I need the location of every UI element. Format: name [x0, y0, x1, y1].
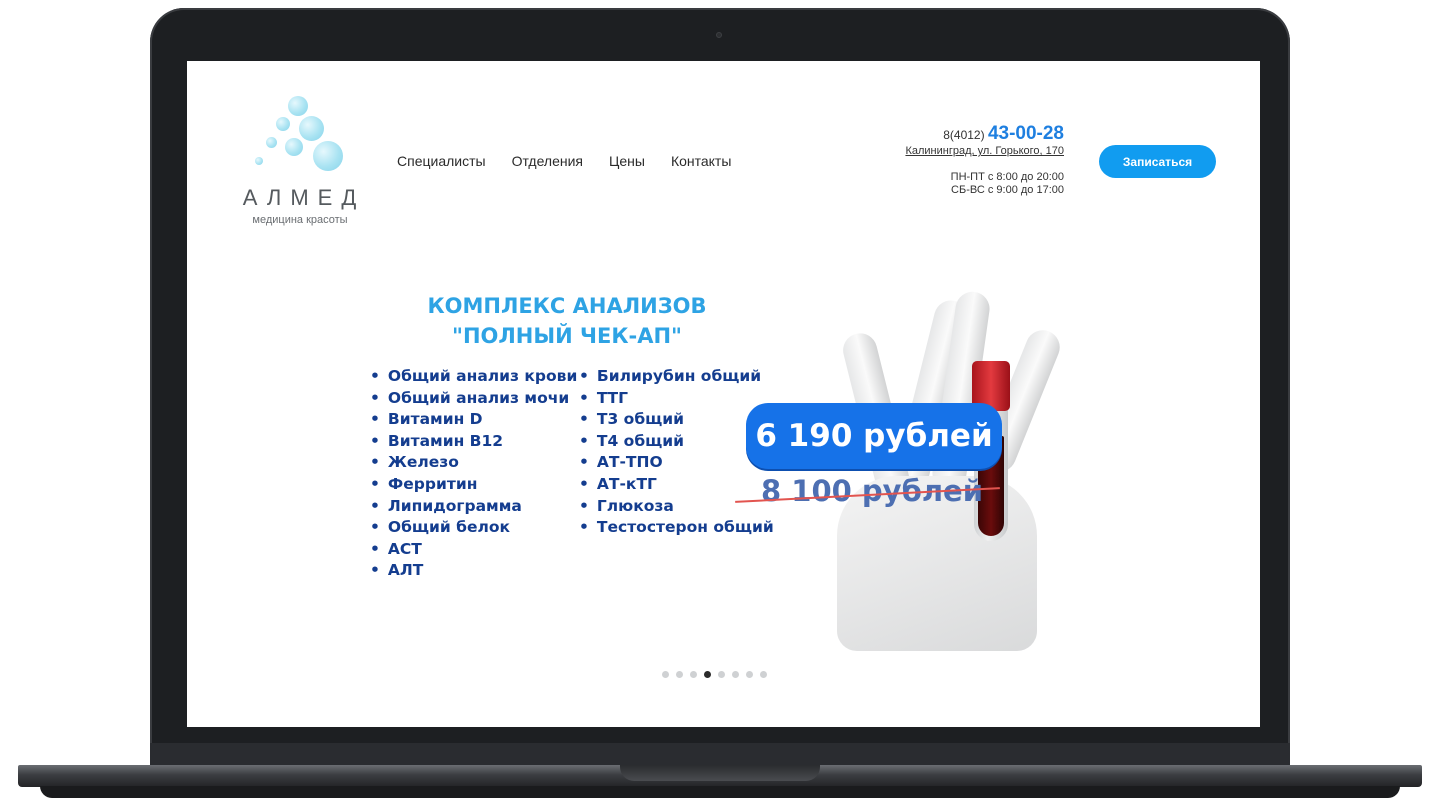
main-nav: Специалисты Отделения Цены Контакты [397, 153, 731, 169]
slider-dot[interactable] [690, 671, 697, 678]
slider-dot-active[interactable] [704, 671, 711, 678]
list-item: ТТГ [579, 388, 774, 410]
list-item: Билирубин общий [579, 366, 774, 388]
slider-dot[interactable] [718, 671, 725, 678]
list-item: АТ-ТПО [579, 452, 774, 474]
slider-dot[interactable] [662, 671, 669, 678]
list-item: Тестостерон общий [579, 517, 774, 539]
laptop-chin [150, 743, 1290, 767]
logo-tagline: медицина красоты [252, 214, 348, 226]
laptop-base-shadow [40, 786, 1400, 798]
phone-prefix: 8(4012) [943, 128, 985, 142]
hours-weekend: СБ-ВС с 9:00 до 17:00 [951, 184, 1064, 196]
banner-title-line: КОМПЛЕКС АНАЛИЗОВ [427, 294, 707, 318]
list-item: Т4 общий [579, 431, 774, 453]
bubble-icon [276, 117, 290, 131]
list-item: АСТ [370, 539, 577, 561]
bubble-icon [285, 138, 303, 156]
bubble-icon [266, 137, 277, 148]
nav-item-contacts[interactable]: Контакты [671, 153, 731, 169]
working-hours: ПН-ПТ с 8:00 до 20:00 СБ-ВС с 9:00 до 17… [905, 171, 1064, 197]
nav-item-prices[interactable]: Цены [609, 153, 645, 169]
laptop-notch [620, 765, 820, 781]
contact-block: 8(4012) 43-00-28 Калининград, ул. Горько… [905, 123, 1064, 197]
slider-dot[interactable] [732, 671, 739, 678]
bubble-icon [255, 157, 263, 165]
hours-weekdays: ПН-ПТ с 8:00 до 20:00 [950, 171, 1064, 183]
address-link[interactable]: Калининград, ул. Горького, 170 [905, 145, 1064, 157]
bubble-icon [313, 141, 343, 171]
analysis-list-right: Билирубин общий ТТГ Т3 общий Т4 общий АТ… [579, 366, 774, 539]
list-item: Железо [370, 452, 577, 474]
logo[interactable]: АЛМЕД медицина красоты [239, 93, 369, 228]
bubble-icon [288, 96, 308, 116]
banner-title-line: "ПОЛНЫЙ ЧЕК-АП" [452, 324, 682, 348]
list-item: Ферритин [370, 474, 577, 496]
slider-dot[interactable] [746, 671, 753, 678]
bubble-icon [299, 116, 324, 141]
list-item: Липидограмма [370, 496, 577, 518]
list-item: Общий анализ мочи [370, 388, 577, 410]
phone-number: 43-00-28 [987, 123, 1064, 144]
promo-banner[interactable]: КОМПЛЕКС АНАЛИЗОВ "ПОЛНЫЙ ЧЕК-АП" Общий … [357, 286, 1065, 651]
logo-wordmark: АЛМЕД [242, 185, 366, 210]
slider-pagination [662, 671, 767, 678]
book-appointment-button[interactable]: Записаться [1099, 145, 1216, 178]
new-price-badge: 6 190 рублей [746, 403, 1002, 469]
nav-item-specialists[interactable]: Специалисты [397, 153, 486, 169]
phone-link[interactable]: 8(4012) 43-00-28 [905, 123, 1064, 145]
list-item: Т3 общий [579, 409, 774, 431]
list-item: АТ-кТГ [579, 474, 774, 496]
list-item: Глюкоза [579, 496, 774, 518]
list-item: Общий белок [370, 517, 577, 539]
camera-icon [716, 32, 722, 38]
slider-dot[interactable] [760, 671, 767, 678]
website-screen: АЛМЕД медицина красоты Специалисты Отдел… [187, 61, 1260, 727]
list-item: АЛТ [370, 560, 577, 582]
nav-item-departments[interactable]: Отделения [512, 153, 583, 169]
analysis-list-left: Общий анализ крови Общий анализ мочи Вит… [370, 366, 577, 582]
slider-dot[interactable] [676, 671, 683, 678]
list-item: Общий анализ крови [370, 366, 577, 388]
list-item: Витамин D [370, 409, 577, 431]
banner-title: КОМПЛЕКС АНАЛИЗОВ "ПОЛНЫЙ ЧЕК-АП" [397, 291, 737, 351]
list-item: Витамин B12 [370, 431, 577, 453]
